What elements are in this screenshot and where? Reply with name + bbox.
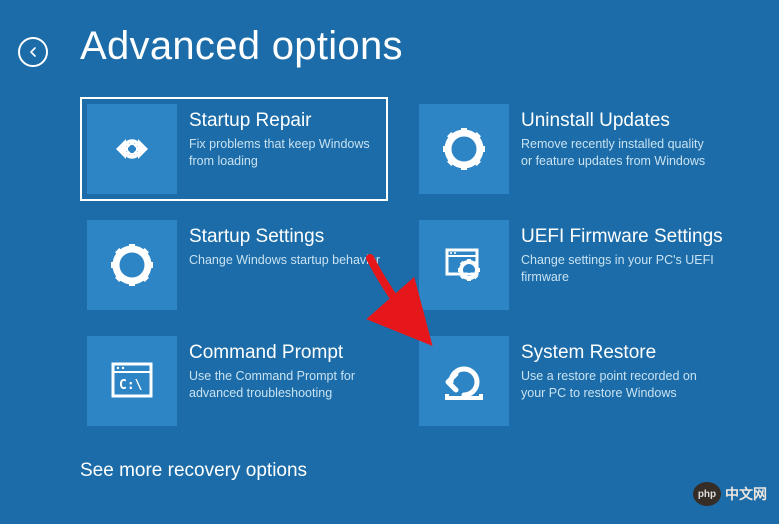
tile-system-restore[interactable]: System Restore Use a restore point recor… xyxy=(412,329,720,433)
php-logo-icon: php xyxy=(693,482,721,506)
svg-text:C:\: C:\ xyxy=(119,378,143,393)
system-restore-icon xyxy=(419,336,509,426)
tile-desc: Change settings in your PC's UEFI firmwa… xyxy=(521,252,723,286)
tile-startup-repair[interactable]: Startup Repair Fix problems that keep Wi… xyxy=(80,97,388,201)
arrow-left-icon xyxy=(25,44,41,60)
tile-title: Uninstall Updates xyxy=(521,110,713,132)
tile-desc: Fix problems that keep Windows from load… xyxy=(189,136,381,170)
tile-command-prompt[interactable]: C:\ Command Prompt Use the Command Promp… xyxy=(80,329,388,433)
tile-uninstall-updates[interactable]: Uninstall Updates Remove recently instal… xyxy=(412,97,720,201)
see-more-options[interactable]: See more recovery options xyxy=(80,460,307,482)
firmware-icon xyxy=(419,220,509,310)
watermark: php 中文网 xyxy=(693,482,767,506)
options-grid: Startup Repair Fix problems that keep Wi… xyxy=(0,69,779,433)
tile-uefi-firmware[interactable]: UEFI Firmware Settings Change settings i… xyxy=(412,213,720,317)
gear-icon xyxy=(419,104,509,194)
page-title: Advanced options xyxy=(80,24,403,69)
tile-desc: Use the Command Prompt for advanced trou… xyxy=(189,368,381,402)
startup-repair-icon xyxy=(87,104,177,194)
gear-icon xyxy=(87,220,177,310)
tile-title: Startup Repair xyxy=(189,110,381,132)
tile-desc: Change Windows startup behavior xyxy=(189,252,381,269)
tile-title: UEFI Firmware Settings xyxy=(521,226,723,248)
tile-desc: Use a restore point recorded on your PC … xyxy=(521,368,713,402)
tile-title: System Restore xyxy=(521,342,713,364)
tile-title: Startup Settings xyxy=(189,226,381,248)
tile-title: Command Prompt xyxy=(189,342,381,364)
back-button[interactable] xyxy=(18,37,48,67)
tile-desc: Remove recently installed quality or fea… xyxy=(521,136,713,170)
tile-startup-settings[interactable]: Startup Settings Change Windows startup … xyxy=(80,213,388,317)
command-prompt-icon: C:\ xyxy=(87,336,177,426)
